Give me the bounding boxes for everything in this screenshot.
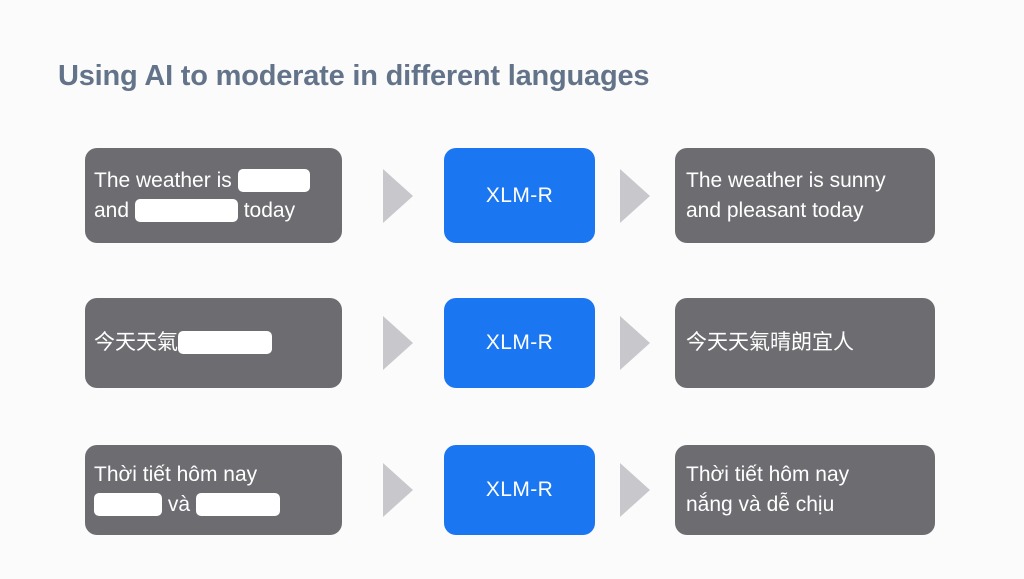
redaction-mask bbox=[134, 198, 238, 222]
flow-row-english: The weather is and today XLM-R The weath… bbox=[0, 148, 1024, 243]
text-segment: today bbox=[237, 198, 296, 222]
arrow-right-icon bbox=[383, 169, 413, 223]
arrow-right-icon bbox=[383, 463, 413, 517]
redaction-mask bbox=[195, 493, 280, 516]
input-text-box: The weather is and today bbox=[85, 148, 342, 243]
redaction-mask bbox=[237, 168, 310, 192]
text-segment: và bbox=[162, 493, 196, 516]
input-text: Thời tiết hôm nay và bbox=[94, 460, 332, 520]
model-box-xlmr[interactable]: XLM-R bbox=[444, 445, 595, 535]
input-text-box: 今天天氣 bbox=[85, 298, 342, 388]
output-text-box: Thời tiết hôm nay nắng và dễ chịu bbox=[675, 445, 935, 535]
arrow-right-icon bbox=[620, 463, 650, 517]
model-box-xlmr[interactable]: XLM-R bbox=[444, 148, 595, 243]
output-text: The weather is sunny and pleasant today bbox=[686, 168, 886, 222]
arrow-right-icon bbox=[620, 316, 650, 370]
model-label: XLM-R bbox=[485, 183, 554, 207]
text-segment: Thời tiết hôm nay bbox=[94, 463, 258, 486]
redaction-mask bbox=[178, 331, 272, 354]
text-segment: The weather is bbox=[94, 168, 238, 192]
flow-row-vietnamese: Thời tiết hôm nay và XLM-R Thời tiết hôm… bbox=[0, 445, 1024, 535]
model-label: XLM-R bbox=[485, 478, 554, 501]
output-text-box: The weather is sunny and pleasant today bbox=[675, 148, 935, 243]
redaction-mask bbox=[94, 493, 162, 516]
input-text-box: Thời tiết hôm nay và bbox=[85, 445, 342, 535]
text-segment: 今天天氣 bbox=[94, 331, 178, 354]
output-text: 今天天氣晴朗宜人 bbox=[686, 331, 854, 354]
text-segment: and bbox=[94, 198, 135, 222]
arrow-right-icon bbox=[383, 316, 413, 370]
input-text: 今天天氣 bbox=[94, 328, 332, 358]
output-text-box: 今天天氣晴朗宜人 bbox=[675, 298, 935, 388]
arrow-right-icon bbox=[620, 169, 650, 223]
model-label: XLM-R bbox=[485, 331, 554, 354]
output-text: Thời tiết hôm nay nắng và dễ chịu bbox=[686, 463, 850, 516]
translation-flow-diagram: The weather is and today XLM-R The weath… bbox=[0, 0, 1024, 579]
input-text: The weather is and today bbox=[94, 166, 332, 226]
model-box-xlmr[interactable]: XLM-R bbox=[444, 298, 595, 388]
flow-row-chinese: 今天天氣 XLM-R 今天天氣晴朗宜人 bbox=[0, 298, 1024, 388]
